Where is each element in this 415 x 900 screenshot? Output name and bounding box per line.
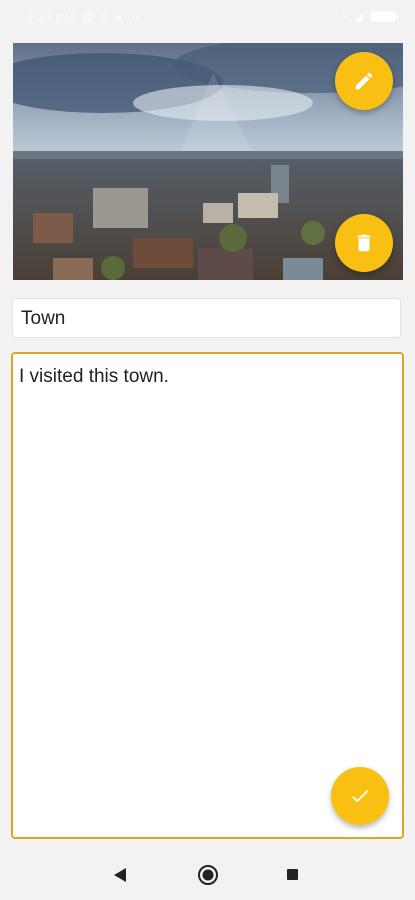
- copyright-icon: ©: [100, 10, 110, 24]
- signal-icon: ◢: [354, 11, 363, 23]
- status-left-icons: @ © ◂ ⋯: [82, 10, 139, 24]
- system-nav-bar: [0, 850, 415, 900]
- more-icon: ⋯: [127, 10, 140, 24]
- check-icon: [352, 790, 369, 803]
- trash-icon: [357, 234, 371, 252]
- wifi-icon: ◔: [339, 10, 347, 23]
- status-bar: 5:47 PM @ © ◂ ⋯ ◔ ◢ 85: [0, 0, 415, 38]
- home-circle-icon[interactable]: [197, 864, 219, 886]
- back-triangle-icon[interactable]: [113, 867, 127, 883]
- at-sign-icon: @: [82, 10, 95, 24]
- delete-photo-button[interactable]: [335, 214, 393, 272]
- status-right-icons: ◔ ◢ 85: [339, 10, 398, 23]
- edit-photo-button[interactable]: [335, 52, 393, 110]
- title-input[interactable]: Town: [12, 298, 401, 338]
- pencil-icon: [355, 72, 373, 90]
- status-time: 5:47 PM: [26, 11, 76, 26]
- body-textarea[interactable]: I visited this town.: [11, 352, 404, 839]
- battery-icon: 85: [371, 11, 398, 22]
- recents-square-icon[interactable]: [287, 869, 298, 880]
- navigation-icon: ◂: [115, 10, 122, 24]
- save-button[interactable]: [331, 767, 389, 825]
